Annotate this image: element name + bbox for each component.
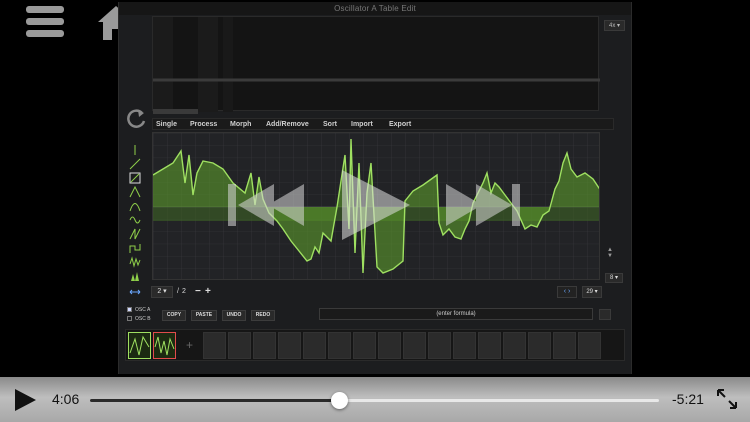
- empty-slot[interactable]: [578, 332, 601, 359]
- frame-thumbnail[interactable]: [128, 332, 151, 359]
- frame-thumbnail-selected[interactable]: [153, 332, 176, 359]
- frame-total: 2: [182, 288, 186, 295]
- formula-input[interactable]: (enter formula): [319, 308, 593, 320]
- empty-slot[interactable]: [478, 332, 501, 359]
- play-overlay-icon[interactable]: [342, 170, 410, 240]
- tab-sort[interactable]: Sort: [323, 119, 337, 130]
- tab-morph[interactable]: Morph: [230, 119, 251, 130]
- scroll-arrows[interactable]: ▲ ▼: [605, 247, 615, 263]
- osc-a-option[interactable]: OSC A: [127, 306, 151, 315]
- add-frame-button[interactable]: +: [205, 286, 211, 298]
- wavetable-frame-strip: +: [125, 329, 625, 361]
- empty-slot[interactable]: [203, 332, 226, 359]
- copy-button[interactable]: COPY: [162, 310, 186, 321]
- osc-selector: OSC A OSC B: [127, 306, 151, 324]
- ramp-tool-icon[interactable]: [129, 158, 141, 170]
- draw-tools: [129, 144, 143, 282]
- seek-knob[interactable]: [330, 392, 348, 409]
- paste-button[interactable]: PASTE: [191, 310, 217, 321]
- redo-button[interactable]: REDO: [251, 310, 275, 321]
- sine-tool-icon[interactable]: [129, 214, 141, 226]
- square-tool-icon[interactable]: [129, 172, 141, 184]
- undo-button[interactable]: UNDO: [222, 310, 246, 321]
- empty-slot[interactable]: [503, 332, 526, 359]
- reset-icon[interactable]: [127, 108, 147, 130]
- seek-bar-progress: [90, 399, 339, 402]
- wavetable-overview: [152, 16, 600, 112]
- tab-single[interactable]: Single: [156, 119, 177, 130]
- noise-tool-icon[interactable]: [129, 256, 141, 268]
- resolution-select[interactable]: 29 ▾: [582, 286, 602, 298]
- tab-export[interactable]: Export: [389, 119, 411, 130]
- fast-forward-icon[interactable]: [446, 184, 520, 226]
- empty-slot[interactable]: [428, 332, 451, 359]
- value-select[interactable]: 8 ▾: [605, 273, 623, 283]
- play-icon[interactable]: [12, 387, 38, 413]
- tab-import[interactable]: Import: [351, 119, 373, 130]
- triangle-tool-icon[interactable]: [129, 186, 141, 198]
- seek-bar[interactable]: [90, 392, 659, 409]
- zoom-select[interactable]: 4x ▾: [604, 20, 625, 31]
- editor-tabs: Single Process Morph Add/Remove Sort Imp…: [152, 118, 614, 130]
- line-tool-icon[interactable]: [129, 144, 141, 156]
- formula-menu-button[interactable]: [599, 309, 611, 320]
- remove-frame-button[interactable]: −: [195, 286, 201, 298]
- video-transport-overlay: [228, 170, 520, 240]
- overview-scrollbar[interactable]: [153, 109, 198, 114]
- fullscreen-icon[interactable]: [716, 388, 738, 410]
- empty-slot[interactable]: [278, 332, 301, 359]
- menu-icon[interactable]: [26, 6, 64, 40]
- current-time: 4:06: [52, 391, 80, 407]
- empty-slot[interactable]: [328, 332, 351, 359]
- add-frame-slot[interactable]: +: [178, 332, 201, 359]
- empty-slot[interactable]: [553, 332, 576, 359]
- empty-slot[interactable]: [403, 332, 426, 359]
- loop-icon[interactable]: [129, 288, 141, 296]
- remaining-time: -5:21: [672, 391, 704, 407]
- empty-slot[interactable]: [303, 332, 326, 359]
- empty-slot[interactable]: [528, 332, 551, 359]
- empty-slot[interactable]: [253, 332, 276, 359]
- tab-process[interactable]: Process: [190, 119, 217, 130]
- window-title: Oscillator A Table Edit: [119, 2, 631, 15]
- step-tool-icon[interactable]: [129, 242, 141, 254]
- curve-tool-icon[interactable]: [129, 200, 141, 212]
- frame-separator: /: [177, 288, 179, 295]
- saw-tool-icon[interactable]: [129, 228, 141, 240]
- empty-slot[interactable]: [453, 332, 476, 359]
- osc-b-option[interactable]: OSC B: [127, 315, 151, 324]
- rewind-icon[interactable]: [228, 184, 304, 226]
- video-control-bar: 4:06 -5:21: [0, 377, 750, 422]
- empty-slot[interactable]: [228, 332, 251, 359]
- tab-add-remove[interactable]: Add/Remove: [266, 119, 309, 130]
- empty-slot[interactable]: [353, 332, 376, 359]
- fill-tool-icon[interactable]: [129, 270, 141, 282]
- nav-arrows[interactable]: ‹ ›: [557, 286, 577, 298]
- frame-select[interactable]: 2 ▾: [151, 286, 173, 298]
- empty-slot[interactable]: [378, 332, 401, 359]
